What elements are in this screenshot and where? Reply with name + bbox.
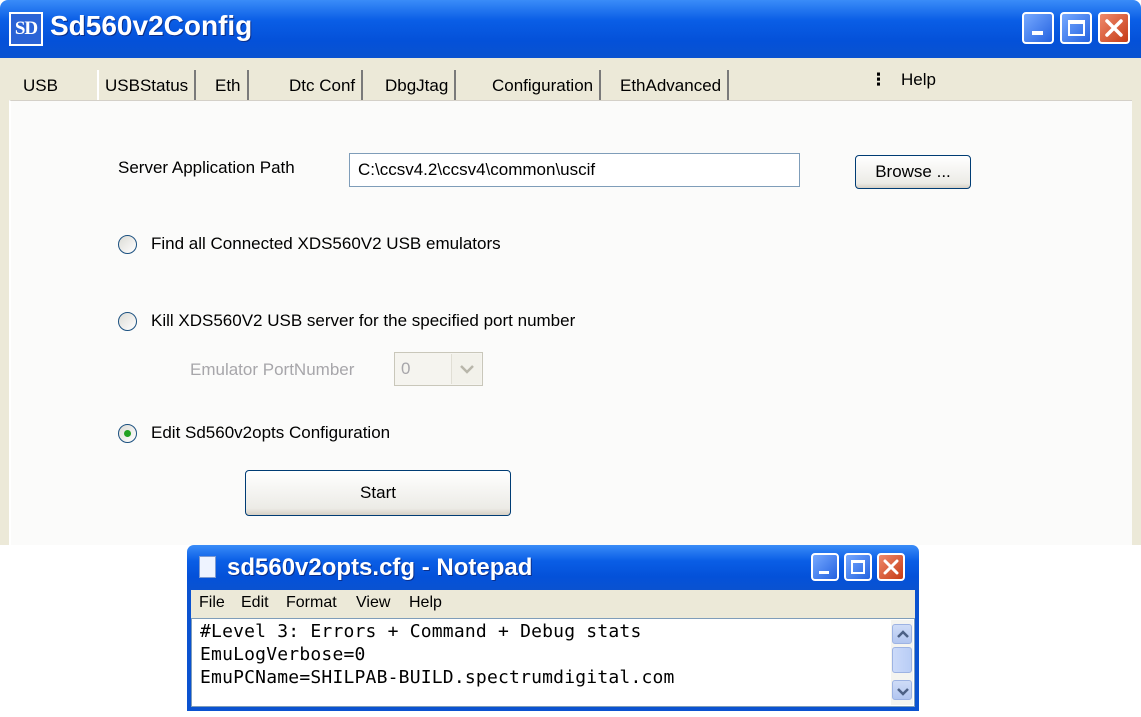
- edit-config-label[interactable]: Edit Sd560v2opts Configuration: [151, 423, 390, 443]
- notepad-maximize-button[interactable]: [844, 553, 872, 581]
- tab-usb[interactable]: USB: [17, 70, 64, 102]
- maximize-button[interactable]: [1060, 12, 1092, 44]
- notepad-title: sd560v2opts.cfg - Notepad: [227, 554, 533, 581]
- notepad-window: sd560v2opts.cfg - Notepad File Edit Form…: [187, 545, 919, 711]
- tab-ethadvanced[interactable]: EthAdvanced: [614, 70, 730, 102]
- port-number-value: 0: [401, 359, 411, 378]
- notepad-icon: [199, 556, 216, 578]
- menu-format[interactable]: Format: [286, 594, 337, 612]
- help-menu-label: Help: [901, 70, 936, 89]
- menu-edit[interactable]: Edit: [241, 594, 269, 612]
- window-title: Sd560v2Config: [50, 10, 253, 41]
- server-path-input[interactable]: [349, 153, 800, 187]
- chevron-up-icon: [897, 630, 909, 638]
- app-icon: SD: [9, 12, 43, 46]
- tab-eth[interactable]: Eth: [209, 70, 249, 102]
- scroll-thumb[interactable]: [892, 647, 912, 673]
- close-icon: [883, 559, 899, 575]
- kill-server-radio[interactable]: [118, 312, 137, 331]
- notepad-frame: File Edit Format View Help #Level 3: Err…: [187, 590, 919, 711]
- close-icon: [1105, 19, 1123, 37]
- port-number-select[interactable]: 0: [394, 352, 483, 386]
- find-all-radio[interactable]: [118, 235, 137, 254]
- notepad-close-button[interactable]: [877, 553, 905, 581]
- minimize-icon: [819, 571, 829, 574]
- tab-dbgjtag[interactable]: DbgJtag: [379, 70, 457, 102]
- server-path-label: Server Application Path: [118, 158, 295, 177]
- help-menu[interactable]: ⋮ Help: [870, 70, 936, 90]
- start-button[interactable]: Start: [245, 470, 511, 516]
- scroll-down-button[interactable]: [892, 680, 912, 700]
- kill-server-label[interactable]: Kill XDS560V2 USB server for the specifi…: [151, 311, 575, 331]
- find-all-label[interactable]: Find all Connected XDS560V2 USB emulator…: [151, 234, 501, 254]
- chevron-down-icon: [897, 688, 909, 696]
- maximize-icon: [851, 560, 865, 574]
- menu-file[interactable]: File: [199, 594, 225, 612]
- tab-usbstatus[interactable]: USBStatus: [97, 70, 197, 102]
- scroll-up-button[interactable]: [892, 624, 912, 644]
- minimize-icon: [1032, 31, 1043, 35]
- edit-config-radio[interactable]: [118, 424, 137, 443]
- maximize-icon: [1068, 20, 1085, 36]
- chevron-down-icon[interactable]: [451, 354, 481, 384]
- notepad-title-bar[interactable]: sd560v2opts.cfg - Notepad: [187, 545, 919, 590]
- notepad-minimize-button[interactable]: [811, 553, 839, 581]
- text-line: EmuPCName=SHILPAB-BUILD.spectrumdigital.…: [200, 667, 675, 688]
- menu-grip-icon: ⋮: [870, 70, 887, 89]
- text-line: #Level 3: Errors + Command + Debug stats: [200, 621, 642, 642]
- browse-button[interactable]: Browse ...: [855, 155, 971, 189]
- close-button[interactable]: [1098, 12, 1130, 44]
- text-line: EmuLogVerbose=0: [200, 644, 366, 665]
- notepad-text-area[interactable]: #Level 3: Errors + Command + Debug stats…: [191, 618, 915, 707]
- sd560v2config-window: SD Sd560v2Config USB USBStatus Eth Dtc C…: [0, 0, 1141, 545]
- port-number-label: Emulator PortNumber: [190, 360, 355, 379]
- tab-configuration[interactable]: Configuration: [486, 70, 602, 102]
- menu-help[interactable]: Help: [409, 594, 442, 612]
- vertical-scrollbar[interactable]: [891, 620, 913, 705]
- tab-dtc-conf[interactable]: Dtc Conf: [283, 70, 364, 102]
- notepad-menubar: File Edit Format View Help: [191, 590, 915, 618]
- title-bar[interactable]: SD Sd560v2Config: [0, 0, 1141, 58]
- minimize-button[interactable]: [1022, 12, 1054, 44]
- menu-view[interactable]: View: [356, 594, 390, 612]
